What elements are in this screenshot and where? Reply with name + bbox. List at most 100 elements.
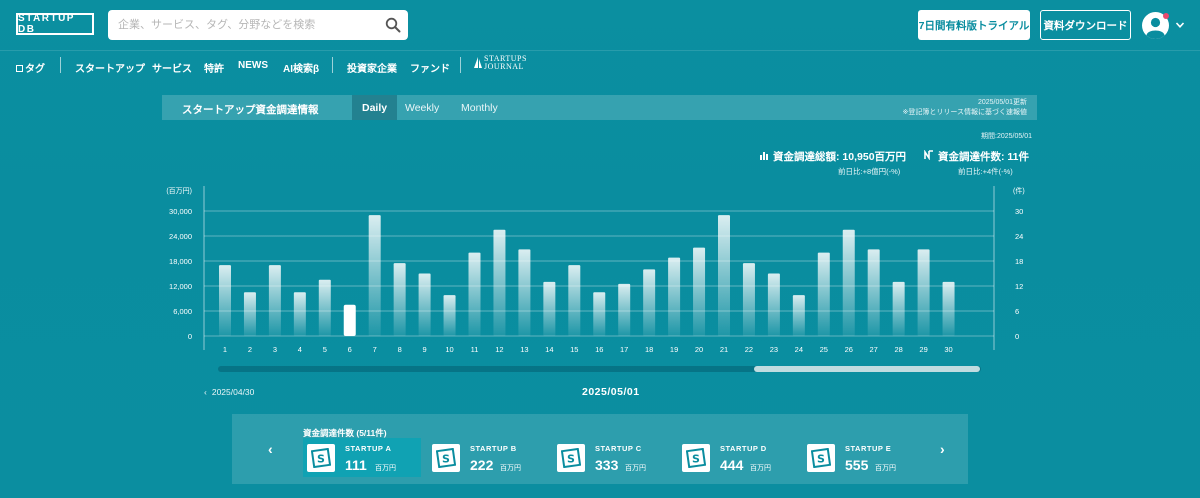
startup-amount-unit: 百万円	[625, 465, 646, 472]
nav-startup[interactable]: スタートアップ	[75, 60, 145, 75]
nav-investor[interactable]: 投資家企業	[347, 60, 397, 75]
svg-text:S: S	[442, 453, 450, 466]
x-tick-label: 2	[248, 345, 252, 354]
chart-bar	[792, 295, 805, 336]
y2-tick-label: 30	[1015, 207, 1023, 216]
chart-bar	[693, 247, 706, 336]
panel-title: スタートアップ資金調達情報	[182, 104, 319, 116]
y2-tick-label: 24	[1015, 232, 1023, 241]
notification-dot-icon	[1163, 13, 1169, 19]
x-tick-label: 1	[223, 345, 227, 354]
y-tick-label: 0	[188, 332, 192, 341]
svg-text:S: S	[692, 453, 700, 466]
funding-panel-header: スタートアップ資金調達情報 Daily Weekly Monthly 2025/…	[162, 95, 1037, 120]
chart-bar	[593, 292, 606, 336]
x-tick-label: 27	[870, 345, 878, 354]
startup-logo-icon: S	[307, 444, 335, 472]
x-tick-label: 28	[894, 345, 902, 354]
tab-weekly[interactable]: Weekly	[395, 95, 449, 120]
chart-bar	[767, 273, 780, 336]
startup-amount: 111	[345, 457, 367, 473]
nav-divider	[60, 57, 61, 73]
nav-divider	[332, 57, 333, 73]
chevron-down-icon[interactable]	[1175, 20, 1185, 30]
cards-prev-arrow-icon[interactable]: ‹	[268, 441, 273, 457]
sailboat-icon	[474, 57, 482, 68]
current-date: 2025/05/01	[582, 386, 640, 398]
x-tick-label: 15	[570, 345, 578, 354]
startup-name: STARTUP D	[720, 444, 767, 453]
startup-card[interactable]: S STARTUP D 444 百万円	[678, 438, 796, 477]
chart-bar	[468, 252, 481, 336]
chart-bar	[892, 281, 905, 336]
startup-card[interactable]: S STARTUP E 555 百万円	[803, 438, 921, 477]
nav-fund[interactable]: ファンド	[410, 60, 450, 75]
prev-date-link[interactable]: ‹ 2025/04/30	[204, 387, 254, 397]
startup-name: STARTUP B	[470, 444, 517, 453]
startup-logo-icon: S	[432, 444, 460, 472]
tab-monthly[interactable]: Monthly	[451, 95, 508, 120]
startup-amount: 444	[720, 457, 744, 473]
startupdb-logo[interactable]: STARTUP DB	[16, 13, 94, 35]
x-tick-label: 26	[845, 345, 853, 354]
tab-daily[interactable]: Daily	[352, 95, 398, 120]
x-tick-label: 5	[323, 345, 327, 354]
chart-bar	[318, 279, 331, 336]
nav-tag[interactable]: タグ	[16, 60, 45, 75]
startup-amount-unit: 百万円	[875, 465, 896, 472]
svg-text:S: S	[567, 453, 575, 466]
nav-service[interactable]: サービス	[152, 60, 192, 75]
total-count-change: 前日比:+4件(-%)	[958, 167, 1013, 176]
update-note: ※登記簿とリリース情報に基づく速報値	[902, 109, 1027, 116]
count-icon	[924, 150, 933, 160]
startup-name: STARTUP C	[595, 444, 642, 453]
update-info: 2025/05/01更新 ※登記簿とリリース情報に基づく速報値	[902, 98, 1027, 118]
chart-bar	[643, 269, 656, 336]
startup-amount: 555	[845, 457, 869, 473]
x-tick-label: 9	[423, 345, 427, 354]
total-count: 資金調達件数: 11件	[938, 151, 1030, 163]
chart-bar	[817, 252, 830, 336]
total-amount: 資金調達総額: 10,950百万円	[773, 151, 907, 163]
cards-next-arrow-icon[interactable]: ›	[940, 441, 945, 457]
nav-patent[interactable]: 特許	[204, 60, 224, 75]
top-bar: STARTUP DB 7日間有料版トライアル 資料ダウンロード	[0, 0, 1200, 50]
x-tick-label: 4	[298, 345, 302, 354]
chart-bar	[219, 265, 231, 336]
startup-card[interactable]: S STARTUP A 111 百万円	[303, 438, 421, 477]
trial-button[interactable]: 7日間有料版トライアル	[918, 10, 1030, 40]
download-button[interactable]: 資料ダウンロード	[1040, 10, 1131, 40]
chart-bar	[718, 215, 730, 336]
x-tick-label: 20	[695, 345, 703, 354]
chart-scroll-thumb[interactable]	[754, 366, 980, 372]
y-tick-label: 24,000	[169, 232, 192, 241]
funding-bar-chart: 0 06,000 612,000 1218,000 1824,000 2430,000 30…	[166, 186, 1025, 354]
startup-amount-unit: 百万円	[750, 465, 771, 472]
chart-bar	[518, 249, 531, 336]
startup-amount: 222	[470, 457, 494, 473]
search-input[interactable]	[108, 10, 408, 40]
x-tick-label: 30	[944, 345, 952, 354]
startup-name: STARTUP E	[845, 444, 892, 453]
x-tick-label: 17	[620, 345, 628, 354]
startup-card[interactable]: S STARTUP B 222 百万円	[428, 438, 546, 477]
startup-logo-icon: S	[557, 444, 585, 472]
period-label: 期間:2025/05/01	[981, 133, 1032, 140]
chart-bar	[393, 263, 406, 336]
search-icon[interactable]	[385, 17, 401, 33]
chart-bar	[268, 265, 281, 336]
updated-date: 2025/05/01更新	[977, 99, 1027, 106]
chevron-left-icon: ‹	[204, 387, 207, 397]
nav-news[interactable]: NEWS	[238, 60, 268, 71]
startups-journal-logo[interactable]: STARTUPS JOURNAL	[474, 55, 527, 71]
chart-bar	[443, 295, 456, 336]
nav-ai-search[interactable]: AI検索β	[283, 60, 319, 75]
y2-tick-label: 6	[1015, 307, 1019, 316]
prev-date-label: 2025/04/30	[211, 387, 255, 397]
startup-amount: 333	[595, 457, 619, 473]
x-tick-label: 24	[795, 345, 803, 354]
startup-card[interactable]: S STARTUP C 333 百万円	[553, 438, 671, 477]
y2-axis-unit: (件)	[1013, 186, 1025, 195]
x-tick-label: 23	[770, 345, 778, 354]
chart-bar	[493, 229, 506, 336]
